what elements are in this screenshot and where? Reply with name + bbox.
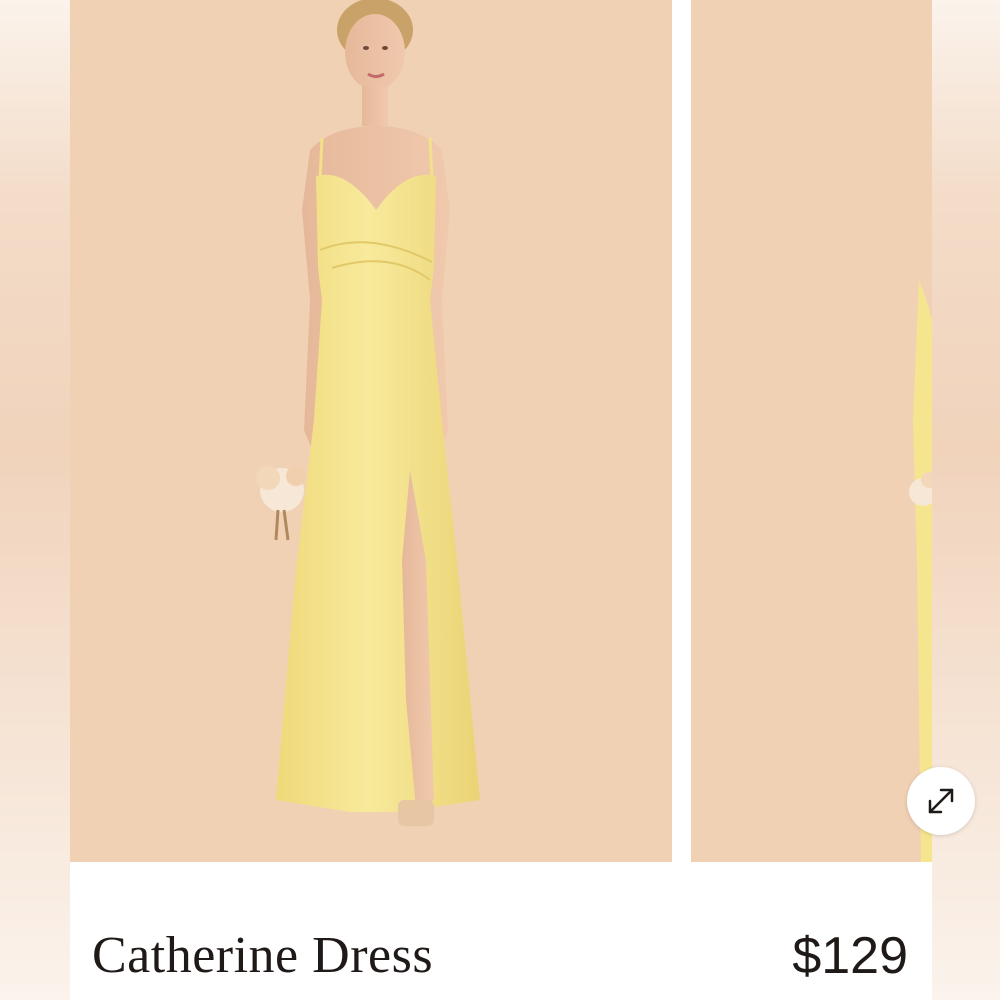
product-price: $129 <box>792 927 908 985</box>
image-carousel[interactable] <box>70 0 975 862</box>
expand-arrows-icon <box>928 788 954 814</box>
product-photo-secondary[interactable] <box>691 0 932 862</box>
model-photo-partial <box>691 0 932 862</box>
product-photo-main[interactable] <box>70 0 672 862</box>
product-page: Catherine Dress $129 <box>0 0 1000 1000</box>
model-photo-illustration <box>70 0 672 862</box>
slide-gap <box>672 0 691 862</box>
product-title: Catherine Dress <box>92 927 434 984</box>
product-info-bar: Catherine Dress $129 <box>70 862 932 1000</box>
blurred-edge-left <box>0 0 70 1000</box>
expand-image-button[interactable] <box>907 767 975 835</box>
blurred-edge-right <box>932 0 1000 1000</box>
